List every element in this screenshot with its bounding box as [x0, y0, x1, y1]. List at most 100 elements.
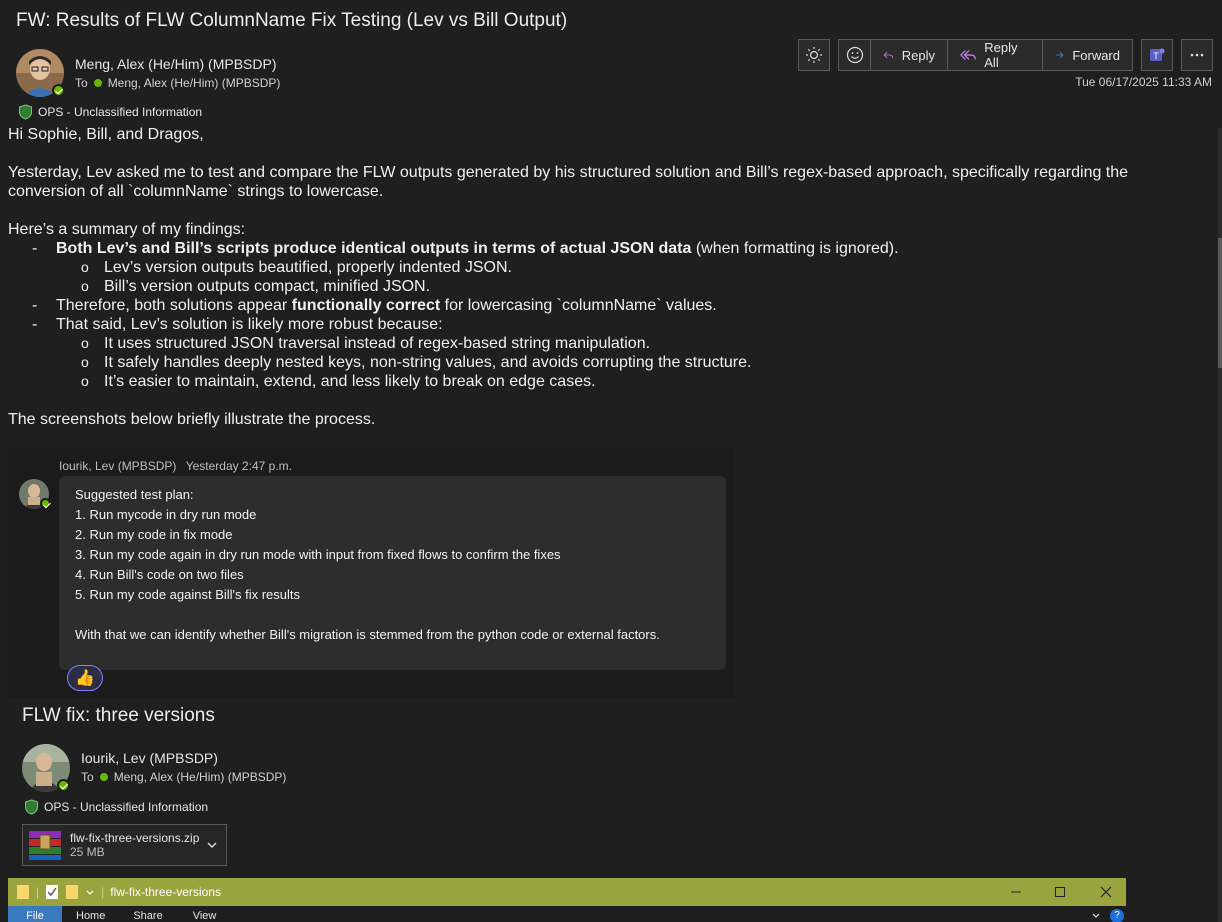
to-label: To [81, 770, 94, 784]
shield-icon [19, 104, 32, 120]
scrollbar-thumb[interactable] [1218, 238, 1222, 368]
summary-intro: Here’s a summary of my findings: [8, 221, 246, 238]
finding-item: That said, Lev’s solution is likely more… [8, 315, 1168, 391]
reply-all-label: Reply All [984, 40, 1018, 70]
recipient-name[interactable]: Meng, Alex (He/Him) (MPBSDP) [108, 76, 281, 90]
embedded-email-subject: FLW fix: three versions [22, 705, 215, 726]
closing-paragraph: The screenshots below briefly illustrate… [8, 411, 376, 428]
finding-text: That said, Lev’s solution is likely more… [56, 316, 443, 333]
chevron-down-icon [207, 842, 217, 848]
embedded-recipient-line: To Meng, Alex (He/Him) (MPBSDP) [81, 770, 286, 784]
properties-icon [46, 885, 59, 899]
forward-label: Forward [1072, 47, 1120, 63]
email-body: Hi Sophie, Bill, and Dragos, Yesterday, … [8, 125, 1168, 429]
embedded-classification-label: OPS - Unclassified Information [24, 799, 208, 815]
reply-all-icon [960, 50, 976, 60]
teams-message-header: Iourik, Lev (MPBSDP) Yesterday 2:47 p.m. [59, 459, 292, 473]
plan-line: 3. Run my code again in dry run mode wit… [75, 547, 561, 562]
finding-rest: (when formatting is ignored). [691, 240, 899, 257]
new-folder-icon [66, 885, 79, 899]
presence-available-icon [40, 498, 51, 509]
plan-line: Suggested test plan: [75, 487, 194, 502]
finding-item: Both Lev’s and Bill’s scripts produce id… [8, 239, 1168, 296]
finding-item: Therefore, both solutions appear functio… [8, 296, 1168, 315]
sent-date: Tue 06/17/2025 11:33 AM [1075, 75, 1212, 89]
svg-text:T: T [1153, 51, 1159, 61]
sub-item: It uses structured JSON traversal instea… [8, 334, 1168, 353]
teams-icon: T [1150, 48, 1165, 61]
forward-button[interactable]: Forward [1043, 39, 1133, 71]
smiley-icon [846, 46, 863, 64]
plan-line: 5. Run my code against Bill's fix result… [75, 587, 301, 602]
finding-text: Therefore, both solutions appear [56, 297, 292, 314]
tab-share: Share [133, 910, 163, 922]
explorer-title-bar: | | flw-fix-three-versions [8, 878, 1126, 906]
ellipsis-icon [1190, 53, 1204, 57]
folder-icon [17, 885, 29, 899]
to-label: To [75, 76, 88, 90]
more-options-button[interactable] [1181, 39, 1213, 71]
attachment-name: flw-fix-three-versions.zip [70, 831, 200, 845]
chevron-down-icon [86, 890, 94, 895]
classification-text: OPS - Unclassified Information [38, 105, 203, 119]
tab-home: Home [76, 910, 106, 922]
presence-dot-icon [93, 79, 102, 87]
thumbs-up-reaction: 👍 [67, 665, 103, 691]
classification-text: OPS - Unclassified Information [44, 800, 209, 814]
greeting: Hi Sophie, Bill, and Dragos, [8, 126, 204, 143]
chevron-down-icon [1092, 913, 1100, 918]
finding-bold: Both Lev’s and Bill’s scripts produce id… [56, 240, 692, 257]
reply-all-button[interactable]: Reply All [948, 39, 1043, 71]
sub-item: Lev’s version outputs beautified, proper… [8, 258, 1168, 277]
teams-button[interactable]: T [1141, 39, 1173, 71]
teams-message-bubble: Suggested test plan: 1. Run mycode in dr… [59, 476, 726, 670]
presence-available-icon [57, 779, 70, 792]
recipient-name: Meng, Alex (He/Him) (MPBSDP) [113, 770, 287, 784]
plan-line: With that we can identify whether Bill's… [75, 627, 660, 642]
teams-message-screenshot: Iourik, Lev (MPBSDP) Yesterday 2:47 p.m.… [8, 448, 735, 698]
plan-line: 2. Run my code in fix mode [75, 527, 233, 542]
maximize-icon [1055, 887, 1065, 897]
message-toolbar: Reply Reply All Forward T [798, 39, 1213, 71]
findings-list: Both Lev’s and Bill’s scripts produce id… [8, 239, 1168, 391]
sender-name[interactable]: Meng, Alex (He/Him) (MPBSDP) [75, 56, 276, 72]
close-icon [1100, 886, 1112, 898]
shield-icon [25, 799, 38, 815]
plan-line: 1. Run mycode in dry run mode [75, 507, 257, 522]
tab-file: File [8, 906, 62, 922]
help-icon: ? [1110, 909, 1124, 922]
finding-bold: functionally correct [291, 297, 441, 314]
forward-arrow-icon [1056, 52, 1064, 58]
attachment-size: 25 MB [70, 845, 105, 859]
minimize-icon [1011, 891, 1021, 893]
explorer-title: flw-fix-three-versions [110, 885, 221, 899]
teams-author: Iourik, Lev (MPBSDP) [59, 459, 177, 473]
zip-attachment: flw-fix-three-versions.zip 25 MB [22, 824, 227, 866]
sub-item: It safely handles deeply nested keys, no… [8, 353, 1168, 372]
file-explorer-screenshot: | | flw-fix-three-versions File Home Sha… [8, 878, 1126, 922]
embedded-sender-name: Iourik, Lev (MPBSDP) [81, 750, 218, 766]
classification-label: OPS - Unclassified Information [18, 104, 202, 120]
email-subject: FW: Results of FLW ColumnName Fix Testin… [16, 10, 568, 31]
recipient-line: To Meng, Alex (He/Him) (MPBSDP) [75, 76, 280, 90]
plan-line: 4. Run Bill's code on two files [75, 567, 244, 582]
finding-sublist: Lev’s version outputs beautified, proper… [8, 258, 1168, 296]
presence-available-icon [52, 84, 65, 97]
teams-time: Yesterday 2:47 p.m. [185, 459, 293, 473]
sub-item: It’s easier to maintain, extend, and les… [8, 372, 1168, 391]
reply-label: Reply [901, 47, 935, 63]
finding-text: for lowercasing `columnName` values. [440, 297, 717, 314]
sun-icon [806, 47, 822, 63]
reply-button[interactable]: Reply [871, 39, 948, 71]
explorer-ribbon-tabs: File Home Share View ? [8, 906, 1126, 922]
tab-view: View [192, 910, 217, 922]
archive-icon [29, 831, 61, 860]
thumbs-up-icon: 👍 [75, 670, 95, 687]
intro-paragraph: Yesterday, Lev asked me to test and comp… [8, 164, 1129, 200]
reply-icon [883, 51, 893, 59]
sub-item: Bill’s version outputs compact, minified… [8, 277, 1168, 296]
brightness-button[interactable] [798, 39, 830, 71]
emoji-button[interactable] [838, 39, 871, 71]
finding-sublist: It uses structured JSON traversal instea… [8, 334, 1168, 391]
presence-dot-icon [99, 773, 108, 781]
